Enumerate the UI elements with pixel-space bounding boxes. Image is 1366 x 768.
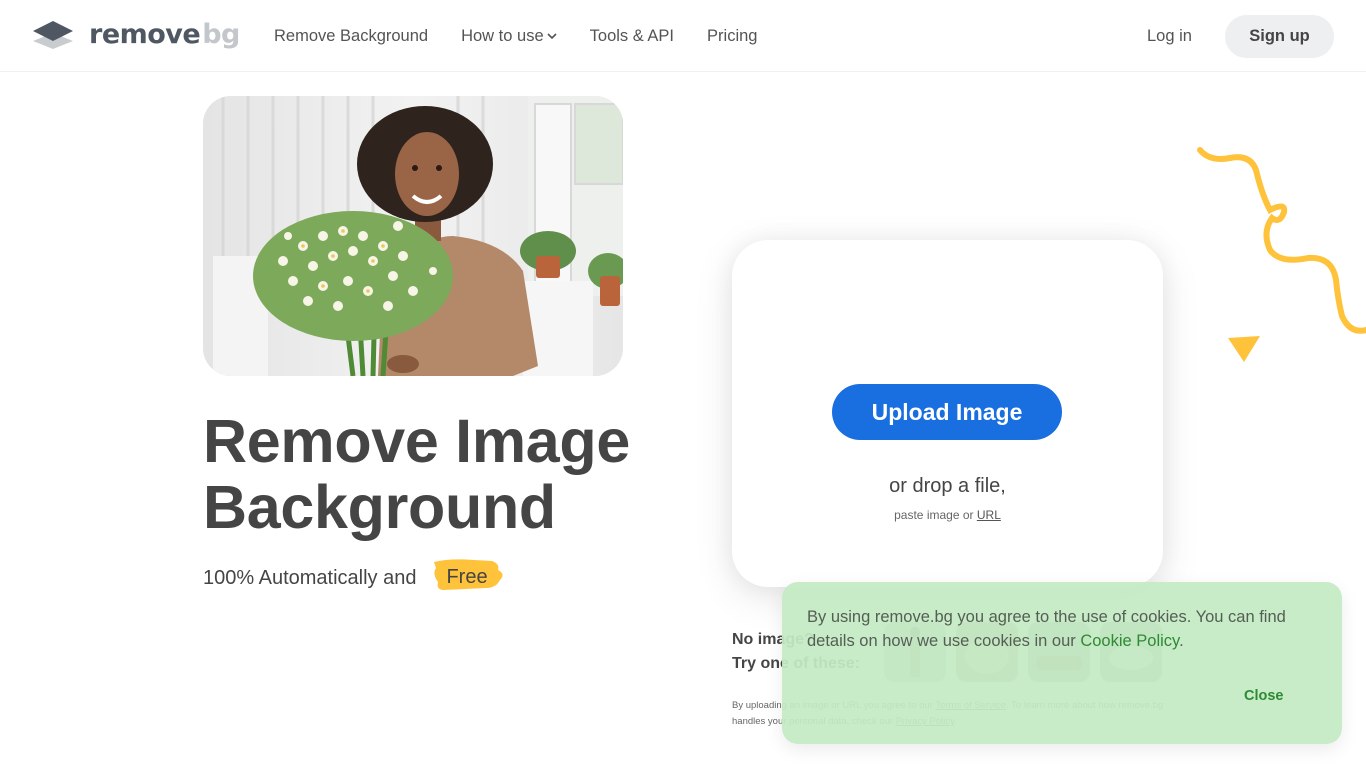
cookie-suffix: .: [1179, 632, 1184, 650]
layers-icon: [33, 21, 73, 49]
upload-dropzone[interactable]: Upload Image or drop a file, paste image…: [732, 240, 1163, 587]
page-title: Remove Image Background: [203, 408, 630, 540]
nav-label: Tools & API: [589, 27, 675, 45]
signup-button[interactable]: Sign up: [1225, 15, 1334, 58]
nav-pricing[interactable]: Pricing: [707, 24, 757, 48]
logo-text: removebg: [89, 19, 240, 51]
nav-how-to-use[interactable]: How to use: [461, 24, 557, 48]
logo-link[interactable]: removebg: [31, 19, 240, 51]
hero-photo: [203, 96, 623, 376]
nav-label: Pricing: [707, 27, 758, 45]
upload-image-button[interactable]: Upload Image: [832, 384, 1062, 440]
url-link[interactable]: URL: [977, 508, 1001, 522]
cookie-policy-link[interactable]: Cookie Policy: [1080, 632, 1179, 650]
title-line-2: Background: [203, 473, 556, 541]
triangle-decoration: [1228, 336, 1260, 362]
site-header: removebg Remove Background How to use To…: [0, 0, 1366, 72]
login-link[interactable]: Log in: [1147, 24, 1192, 48]
subtitle-text: 100% Automatically and: [203, 566, 417, 589]
cookie-banner: By using remove.bg you agree to the use …: [782, 582, 1342, 744]
free-badge-text: Free: [446, 566, 488, 588]
paste-text: paste image or URL: [732, 508, 1163, 522]
hero-image: [203, 96, 623, 376]
nav-remove-background[interactable]: Remove Background: [274, 24, 428, 48]
title-line-1: Remove Image: [203, 407, 630, 475]
drop-file-text: or drop a file,: [889, 475, 1006, 497]
logo-word-remove: remove: [89, 19, 201, 50]
paste-prefix: paste image or: [894, 508, 974, 522]
squiggle-decoration: [1197, 147, 1366, 334]
free-badge: Free: [430, 559, 504, 593]
chevron-down-icon: [547, 33, 557, 39]
logo-word-bg: bg: [202, 19, 240, 50]
main-nav: Remove Background How to use Tools & API…: [274, 24, 757, 48]
nav-tools-api[interactable]: Tools & API: [590, 24, 674, 48]
nav-label: Remove Background: [274, 27, 429, 45]
subtitle: 100% Automatically and Free: [203, 559, 504, 593]
nav-label: How to use: [461, 27, 544, 45]
cookie-close-button[interactable]: Close: [1244, 688, 1284, 704]
cookie-text: By using remove.bg you agree to the use …: [807, 605, 1317, 653]
cookie-message: By using remove.bg you agree to the use …: [807, 608, 1286, 650]
